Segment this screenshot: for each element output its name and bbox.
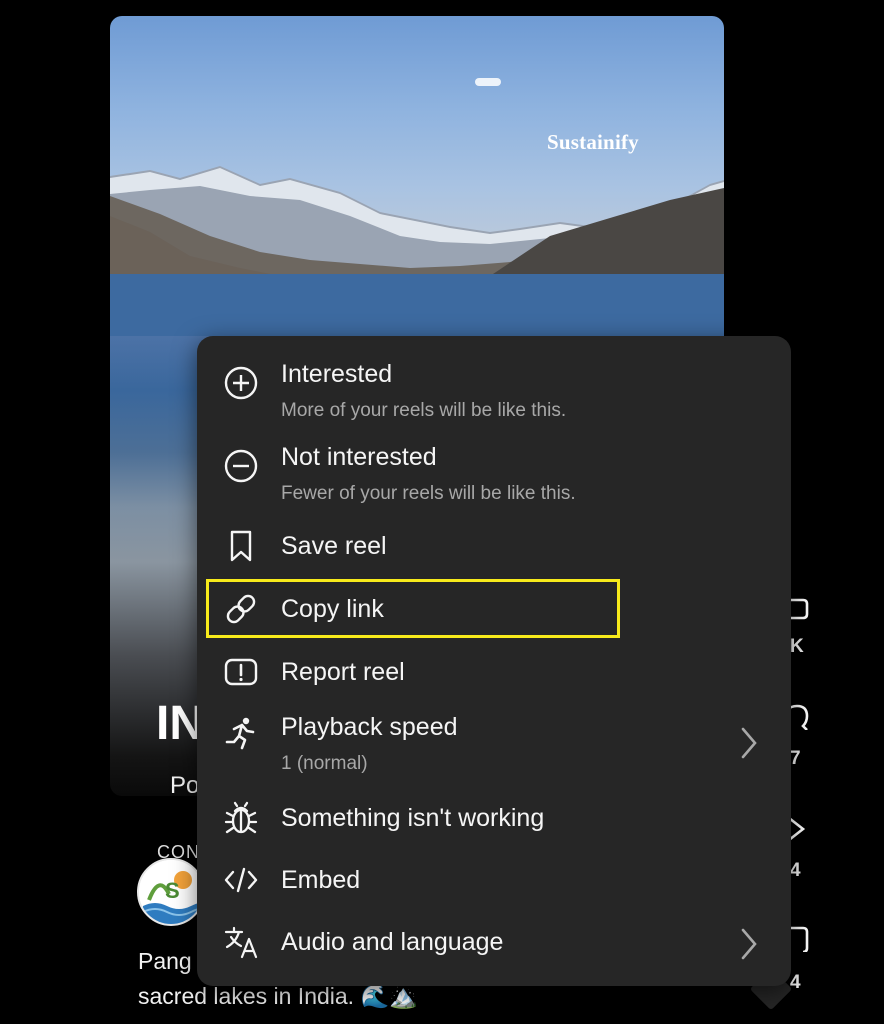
menu-item-label: Embed [281, 866, 361, 894]
menu-item-label: Audio and language [281, 928, 504, 956]
sustainify-logo-avatar: S [139, 860, 203, 924]
menu-item-label: Report reel [281, 658, 405, 686]
share-count: 4 [790, 860, 801, 881]
menu-item-interested[interactable]: Interested More of your reels will be li… [197, 358, 791, 428]
menu-item-embed[interactable]: Embed [197, 860, 791, 904]
svg-text:S: S [165, 878, 180, 903]
menu-item-label: Copy link [281, 595, 384, 623]
menu-item-subtitle: More of your reels will be like this. [281, 400, 567, 421]
chevron-right-icon [741, 727, 757, 759]
minus-circle-icon [223, 448, 259, 484]
brand-watermark: Sustainify [547, 130, 639, 154]
report-icon [223, 654, 259, 690]
menu-item-label: Playback speed [281, 713, 458, 741]
save-count: 4 [790, 972, 801, 993]
like-count: K [790, 636, 804, 657]
menu-item-report-reel[interactable]: Report reel [197, 650, 791, 694]
menu-item-label: Not interested [281, 443, 437, 471]
menu-item-subtitle: 1 (normal) [281, 753, 368, 774]
reel-overlay-subtitle: Po [170, 772, 200, 796]
bookmark-icon [223, 528, 259, 564]
menu-item-subtitle: Fewer of your reels will be like this. [281, 483, 576, 504]
chevron-right-icon [741, 928, 757, 960]
menu-item-save-reel[interactable]: Save reel [197, 526, 791, 570]
bug-icon [223, 800, 259, 836]
menu-item-something-isnt-working[interactable]: Something isn't working [197, 798, 791, 842]
cloud [475, 78, 501, 86]
menu-item-label: Interested [281, 360, 393, 388]
comment-count: 7 [790, 748, 801, 769]
menu-item-copy-link[interactable]: Copy link [197, 589, 791, 633]
mountain-scenery [110, 166, 724, 336]
link-icon [223, 591, 259, 627]
translate-icon [223, 924, 259, 960]
menu-item-playback-speed[interactable]: Playback speed 1 (normal) [197, 711, 791, 781]
reel-options-menu: Interested More of your reels will be li… [197, 336, 791, 986]
menu-item-label: Something isn't working [281, 804, 545, 832]
menu-item-not-interested[interactable]: Not interested Fewer of your reels will … [197, 441, 791, 511]
plus-circle-icon [223, 365, 259, 401]
menu-item-audio-and-language[interactable]: Audio and language [197, 922, 791, 966]
code-icon [223, 862, 259, 898]
author-avatar[interactable]: S [137, 858, 205, 926]
menu-item-label: Save reel [281, 532, 387, 560]
running-person-icon [223, 715, 259, 751]
